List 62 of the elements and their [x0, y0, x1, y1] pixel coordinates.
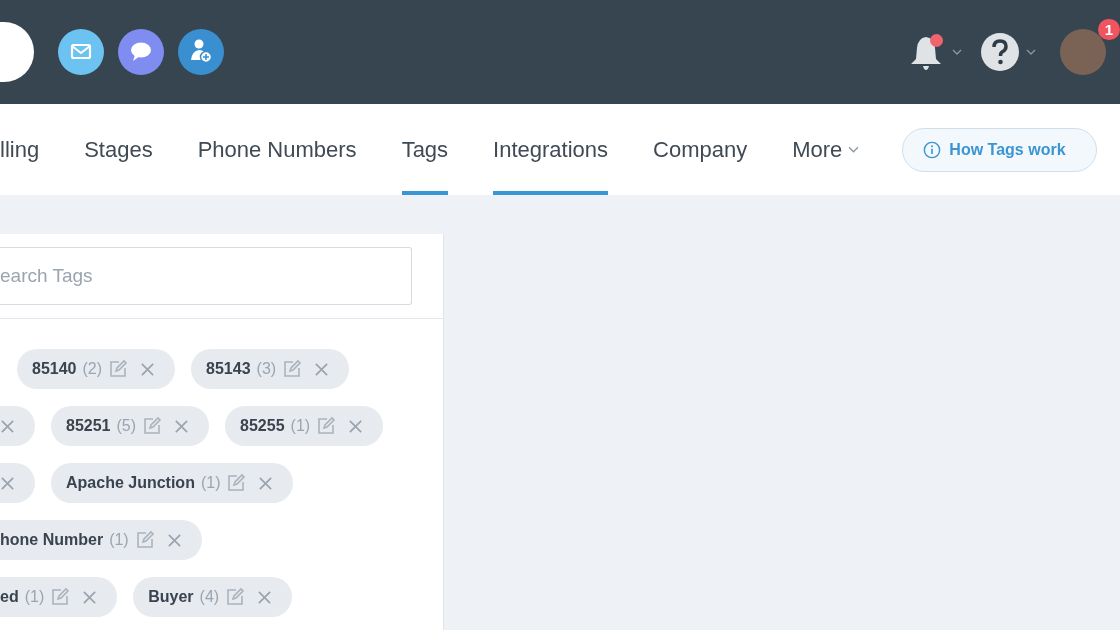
tab[interactable]: Tags — [401, 104, 449, 195]
tag-chip[interactable]: Buyer (4) — [133, 577, 293, 617]
search-field[interactable]: earch Tags — [0, 247, 412, 305]
close-icon[interactable] — [257, 589, 273, 605]
close-icon[interactable] — [166, 532, 182, 548]
tab[interactable]: Phone Numbers — [197, 104, 357, 195]
tab[interactable]: lling — [0, 104, 40, 195]
tag-count: (1) — [200, 474, 221, 492]
tag-name: hone Number — [0, 531, 104, 549]
edit-icon[interactable] — [108, 359, 129, 379]
count-badge: 1 — [1097, 19, 1120, 40]
close-icon[interactable] — [174, 418, 190, 434]
tag-count: (5) — [116, 417, 137, 435]
tag-chip[interactable] — [0, 406, 35, 446]
mail-icon[interactable] — [58, 29, 104, 75]
tag-name: Apache Junction — [66, 474, 195, 492]
tab[interactable]: More — [792, 104, 860, 195]
close-icon[interactable] — [258, 475, 274, 491]
chevron-down-icon[interactable] — [952, 49, 962, 55]
tag-chip[interactable]: ed (1) — [0, 577, 118, 617]
chevron-down-icon[interactable] — [1026, 49, 1036, 55]
tag-chip[interactable]: hone Number (1) — [0, 520, 202, 560]
tag-name: Buyer — [148, 588, 194, 606]
add-user-icon[interactable] — [178, 29, 224, 75]
edit-icon[interactable] — [142, 416, 163, 436]
tag-count: (2) — [82, 360, 103, 378]
close-icon[interactable] — [0, 418, 15, 434]
edit-icon[interactable] — [225, 587, 246, 607]
tag-count: (1) — [24, 588, 45, 606]
close-icon[interactable] — [140, 361, 156, 377]
tag-chip[interactable] — [0, 463, 35, 503]
close-icon[interactable] — [82, 589, 98, 605]
tag-count: (3) — [256, 360, 277, 378]
close-icon[interactable] — [314, 361, 330, 377]
tag-name: 85143 — [206, 360, 251, 378]
tag-name: 85255 — [240, 417, 285, 435]
tag-chip[interactable]: 85251 (5) — [51, 406, 210, 446]
edit-icon[interactable] — [226, 473, 247, 493]
tag-chip[interactable]: 85140 (2) — [17, 349, 176, 389]
tag-chip[interactable]: 85255 (1) — [225, 406, 384, 446]
tab[interactable]: Stages — [84, 104, 153, 195]
tag-chip[interactable]: 85143 (3) — [191, 349, 350, 389]
tag-name: ed — [0, 588, 19, 606]
close-icon[interactable] — [348, 418, 364, 434]
edit-icon[interactable] — [282, 359, 303, 379]
edit-icon[interactable] — [50, 587, 71, 607]
edit-icon[interactable] — [134, 530, 155, 550]
tag-count: (1) — [290, 417, 311, 435]
chevron-down-icon — [848, 146, 860, 153]
tab[interactable]: Integrations — [493, 104, 609, 195]
tag-count: (4) — [199, 588, 220, 606]
edit-icon[interactable] — [316, 416, 337, 436]
chat-icon[interactable] — [118, 29, 164, 75]
tag-chip[interactable]: Apache Junction (1) — [51, 463, 294, 503]
close-icon[interactable] — [0, 475, 15, 491]
tag-count: (1) — [109, 531, 129, 549]
avatar[interactable] — [1060, 29, 1106, 75]
tab[interactable]: Company — [653, 104, 748, 195]
help-icon[interactable] — [980, 32, 1020, 72]
info-icon — [923, 140, 942, 159]
tag-name: 85140 — [32, 360, 77, 378]
tag-name: 85251 — [66, 417, 111, 435]
